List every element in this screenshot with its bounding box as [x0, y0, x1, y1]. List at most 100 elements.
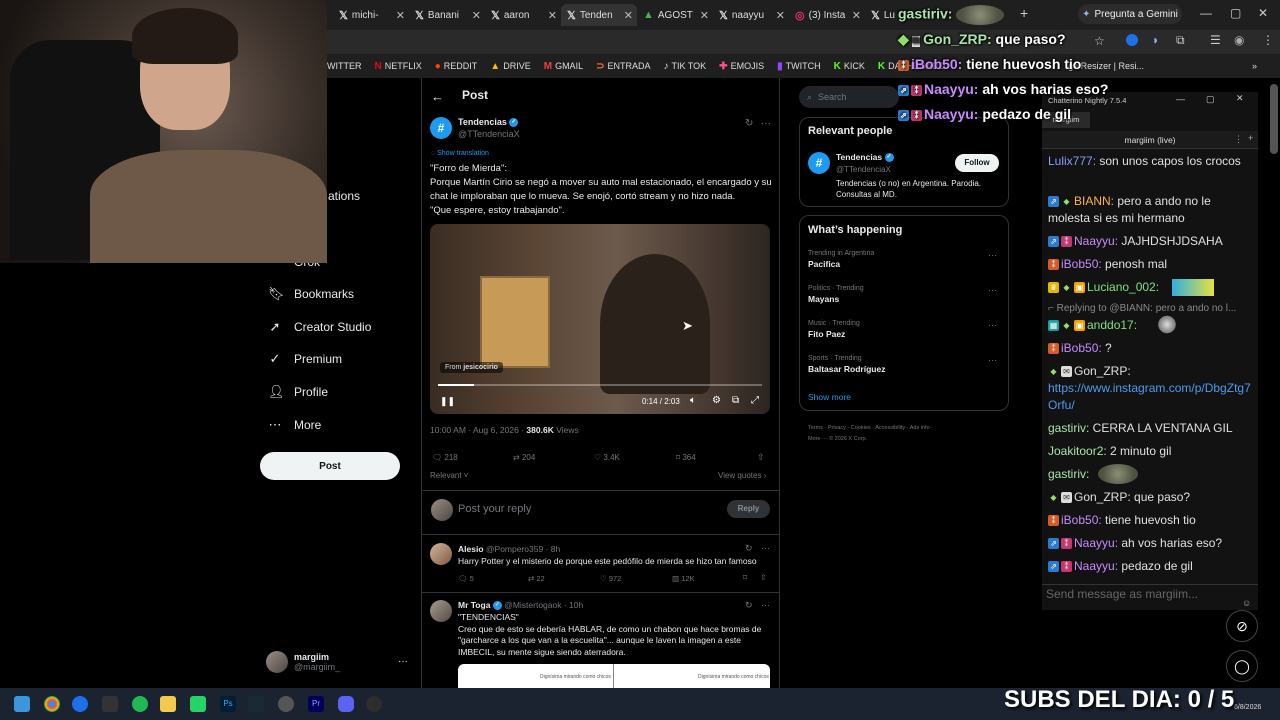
avatar[interactable]: #: [430, 117, 452, 139]
close-icon[interactable]: ✕: [624, 9, 633, 22]
more-dots-icon[interactable]: ···: [761, 118, 771, 129]
bookmark-item[interactable]: ♪ TIK TOK: [663, 61, 706, 72]
emoji-icon[interactable]: ☺: [1242, 598, 1251, 608]
browser-tab[interactable]: 𝕏 Banani ✕: [409, 4, 485, 26]
edge-icon[interactable]: [72, 696, 88, 712]
post-button[interactable]: Post: [260, 452, 400, 480]
volume-icon[interactable]: 🔈︎: [690, 395, 696, 406]
whatsapp-icon[interactable]: [190, 696, 206, 712]
footer-links[interactable]: More ··· © 2026 X Corp.: [808, 436, 867, 442]
like-action[interactable]: ♡ 972: [600, 574, 621, 583]
reply-author[interactable]: Mr Toga ✓ @Mistertogaok · 10h: [458, 600, 583, 611]
browser-tab[interactable]: ◎ (3) Insta ✕: [789, 4, 865, 26]
more-dots-icon[interactable]: ···: [988, 285, 997, 295]
minimize-icon[interactable]: —: [1200, 6, 1212, 20]
post-author[interactable]: Tendencias ✓: [458, 117, 519, 128]
nav-item-profile[interactable]: 👤︎ Profile: [268, 384, 328, 400]
more-dots-icon[interactable]: ···: [398, 656, 408, 667]
windows-start-icon[interactable]: [14, 696, 30, 712]
close-icon[interactable]: ✕: [700, 9, 709, 22]
bookmark-item[interactable]: ⊃ ENTRADA: [596, 61, 650, 72]
add-split-icon[interactable]: +: [1248, 133, 1253, 143]
more-dots-icon[interactable]: ···: [761, 543, 770, 553]
avatar[interactable]: #: [808, 152, 830, 174]
trend-item[interactable]: Music · Trending Fito Paez: [808, 320, 998, 339]
extension-icon[interactable]: [1126, 34, 1138, 46]
nav-item-premium[interactable]: ✓ Premium: [268, 351, 342, 367]
nav-item-more[interactable]: ⋯ More: [268, 417, 322, 433]
minimize-icon[interactable]: —: [1176, 94, 1185, 104]
discord-icon[interactable]: [338, 696, 354, 712]
obs-icon[interactable]: [278, 696, 294, 712]
fullscreen-icon[interactable]: ⤢: [751, 395, 759, 406]
chatterino-icon[interactable]: [366, 696, 382, 712]
puzzle-icon[interactable]: ⧉: [1176, 33, 1185, 48]
grok-icon[interactable]: ↻: [745, 600, 753, 611]
steam-icon[interactable]: [248, 696, 264, 712]
more-dots-icon[interactable]: ···: [988, 355, 997, 365]
bookmark-item[interactable]: WITTER: [327, 61, 362, 71]
trend-item[interactable]: Sports · Trending Baltasar Rodríguez: [808, 355, 998, 374]
scrollbar-thumb[interactable]: [1270, 84, 1278, 154]
browser-tab-active[interactable]: 𝕏 Tenden ✕: [561, 4, 637, 26]
bookmark-item[interactable]: M GMAIL: [544, 61, 583, 72]
avatar[interactable]: [430, 600, 452, 622]
browser-tab[interactable]: ▲ AGOST ✕: [637, 4, 713, 26]
close-icon[interactable]: ✕: [548, 9, 557, 22]
spotify-icon[interactable]: [132, 696, 148, 712]
bookmark-item[interactable]: ● REDDIT: [435, 61, 478, 72]
video-progress-track[interactable]: [438, 384, 762, 386]
bookmarks-overflow-icon[interactable]: »: [1252, 61, 1257, 71]
bookmark-icon[interactable]: ⌑: [743, 573, 747, 582]
nav-item-creator-studio[interactable]: ➚ Creator Studio: [268, 319, 372, 335]
browser-tab[interactable]: 𝕏aaron ✕: [485, 4, 561, 26]
person-name[interactable]: Tendencias ✓: [836, 152, 894, 163]
more-dots-icon[interactable]: ···: [761, 600, 770, 610]
bookmark-item[interactable]: ▲ DRIVE: [490, 61, 530, 72]
show-more-link[interactable]: Show more: [808, 392, 851, 402]
share-icon[interactable]: ⇧: [757, 452, 765, 463]
chat-link[interactable]: https://www.instagram.com/p/DbgZtg7Orfu/: [1048, 381, 1251, 412]
star-icon[interactable]: ☆: [1094, 34, 1105, 48]
account-switcher[interactable]: margiim @margiim_: [266, 651, 340, 673]
pip-icon[interactable]: ⧉: [732, 395, 739, 406]
photoshop-icon[interactable]: Ps: [220, 696, 236, 712]
bookmark-item[interactable]: K KICK: [834, 61, 865, 72]
follow-button[interactable]: Follow: [955, 154, 999, 172]
trend-item[interactable]: Trending in Argentina Pacifica: [808, 250, 998, 269]
reply-author[interactable]: Alesio @Pompero359 · 8h: [458, 544, 560, 554]
trend-item[interactable]: Politics · Trending Mayans: [808, 285, 998, 304]
grok-icon[interactable]: ↻: [745, 543, 753, 554]
browser-tab[interactable]: 𝕏naayyu ✕: [713, 4, 789, 26]
premiere-icon[interactable]: Pr: [308, 696, 324, 712]
grok-float-icon[interactable]: ⊘: [1226, 610, 1258, 642]
maximize-icon[interactable]: ▢: [1230, 6, 1241, 20]
close-icon[interactable]: ✕: [1236, 93, 1244, 104]
back-arrow-icon[interactable]: ←: [431, 89, 444, 104]
nav-item-bookmarks[interactable]: 🔖︎ Bookmarks: [268, 286, 354, 302]
chrome-icon[interactable]: [44, 696, 60, 712]
bookmark-item[interactable]: ▮ TWITCH: [777, 61, 821, 72]
quoted-image[interactable]: Dignísima mirando como chicos Dignísima …: [458, 664, 770, 688]
bookmark-item[interactable]: N NETFLIX: [375, 61, 422, 72]
view-quotes-link[interactable]: View quotes ›: [718, 471, 766, 480]
folder-icon[interactable]: [160, 696, 176, 712]
close-icon[interactable]: ✕: [776, 9, 785, 22]
sort-relevant[interactable]: Relevant ˅: [430, 471, 468, 480]
nav-partial-label[interactable]: ations: [328, 189, 360, 203]
close-icon[interactable]: ✕: [852, 9, 861, 22]
pause-icon[interactable]: ❚❚: [440, 396, 455, 407]
footer-links[interactable]: Terms · Privacy · Cookies · Accessibilit…: [808, 425, 933, 431]
show-translation-link[interactable]: ◌ Show translation: [431, 150, 489, 157]
close-icon[interactable]: ✕: [396, 9, 405, 22]
like-action[interactable]: ♡ 3.4K: [594, 453, 620, 462]
reply-button[interactable]: Reply: [727, 500, 770, 518]
more-dots-icon[interactable]: ···: [988, 250, 997, 260]
more-dots-icon[interactable]: ···: [988, 320, 997, 330]
messages-float-icon[interactable]: ◯: [1226, 650, 1258, 682]
close-window-icon[interactable]: ✕: [1258, 6, 1268, 20]
reply-input[interactable]: Post your reply: [458, 503, 531, 515]
reply-action[interactable]: 🗨︎ 218: [432, 453, 458, 462]
media-control-icon[interactable]: ☰: [1210, 33, 1221, 47]
settings-gear-icon[interactable]: ⚙: [712, 395, 721, 406]
